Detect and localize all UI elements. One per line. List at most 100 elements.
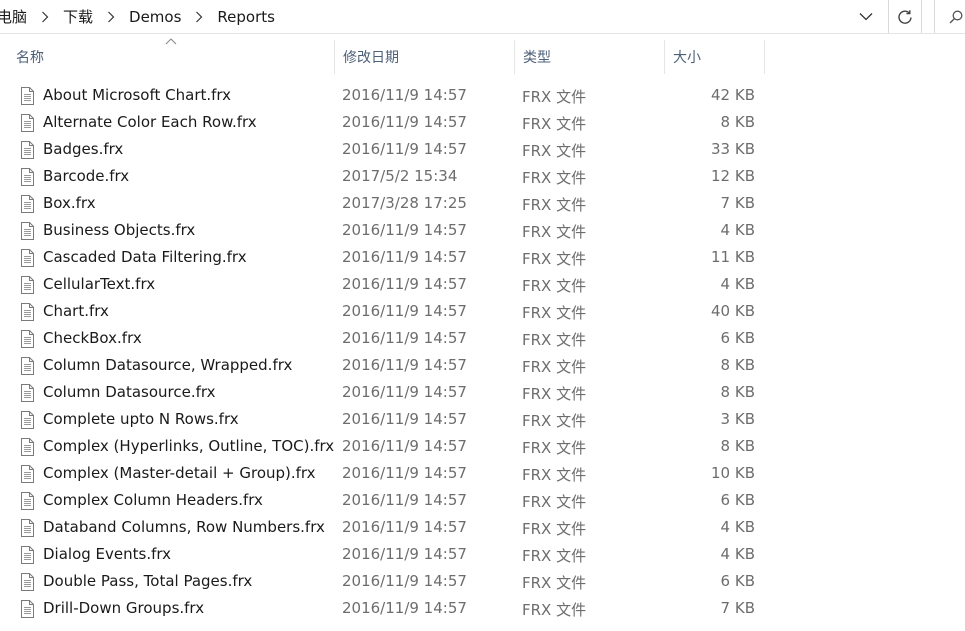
file-name: Complex Column Headers.frx [43,491,263,509]
file-type: FRX 文件 [522,142,587,160]
file-name: Cascaded Data Filtering.frx [43,248,247,266]
file-type: FRX 文件 [522,601,587,619]
file-size: 6 KB [720,491,755,509]
file-type: FRX 文件 [522,520,587,538]
document-icon [19,383,36,403]
refresh-button[interactable] [888,0,922,33]
file-row[interactable]: Complex (Master-detail + Group).frx 2016/… [0,460,760,487]
breadcrumb-item-downloads[interactable]: 下载 [60,6,96,27]
breadcrumb-item-demos[interactable]: Demos [126,8,184,26]
file-size: 8 KB [720,113,755,131]
file-modified: 2016/11/9 14:57 [342,545,467,563]
breadcrumb-item-pc[interactable]: 电脑 [0,6,30,27]
address-history-dropdown[interactable] [849,0,883,33]
file-name: Column Datasource, Wrapped.frx [43,356,293,374]
document-icon [19,410,36,430]
file-size: 33 KB [711,140,755,158]
chevron-right-icon[interactable] [184,11,214,23]
file-modified: 2016/11/9 14:57 [342,599,467,617]
address-bar: 电脑 下载 Demos Reports [0,0,965,34]
file-modified: 2016/11/9 14:57 [342,113,467,131]
file-row[interactable]: Complex Column Headers.frx 2016/11/9 14:5… [0,487,760,514]
file-size: 6 KB [720,572,755,590]
file-name: Databand Columns, Row Numbers.frx [43,518,325,536]
file-name: CellularText.frx [43,275,156,293]
document-icon [19,86,36,106]
document-icon [19,167,36,187]
file-name: Chart.frx [43,302,109,320]
file-row[interactable]: Complex (Hyperlinks, Outline, TOC).frx 20… [0,433,760,460]
document-icon [19,275,36,295]
file-type: FRX 文件 [522,115,587,133]
file-name: Column Datasource.frx [43,383,216,401]
file-size: 3 KB [720,410,755,428]
file-size: 4 KB [720,221,755,239]
file-name: Business Objects.frx [43,221,196,239]
file-modified: 2016/11/9 14:57 [342,329,467,347]
file-size: 7 KB [720,599,755,617]
file-type: FRX 文件 [522,466,587,484]
file-row[interactable]: Alternate Color Each Row.frx 2016/11/9 14… [0,109,760,136]
file-modified: 2016/11/9 14:57 [342,437,467,455]
file-row[interactable]: Dialog Events.frx 2016/11/9 14:57 FRX 文件 4 … [0,541,760,568]
file-type: FRX 文件 [522,304,587,322]
file-row[interactable]: Double Pass, Total Pages.frx 2016/11/9 14… [0,568,760,595]
file-row[interactable]: Complete upto N Rows.frx 2016/11/9 14:57 F… [0,406,760,433]
file-row[interactable]: Box.frx 2017/3/28 17:25 FRX 文件 7 KB [0,190,760,217]
file-row[interactable]: Drill-Down Groups.frx 2016/11/9 14:57 FRX … [0,595,760,622]
column-header-name[interactable]: 名称 [8,40,335,74]
document-icon [19,194,36,214]
breadcrumb: 电脑 下载 Demos Reports [0,0,850,33]
document-icon [19,437,36,457]
file-size: 8 KB [720,437,755,455]
file-name: Double Pass, Total Pages.frx [43,572,253,590]
file-name: Dialog Events.frx [43,545,172,563]
document-icon [19,356,36,376]
file-row[interactable]: CheckBox.frx 2016/11/9 14:57 FRX 文件 6 KB [0,325,760,352]
file-type: FRX 文件 [522,547,587,565]
file-row[interactable]: Barcode.frx 2017/5/2 15:34 FRX 文件 12 KB [0,163,760,190]
column-header-size[interactable]: 大小 [665,40,765,74]
file-name: Complex (Hyperlinks, Outline, TOC).frx [43,437,335,455]
search-input[interactable] [934,0,965,33]
file-name: CheckBox.frx [43,329,142,347]
file-type: FRX 文件 [522,493,587,511]
file-row[interactable]: Column Datasource.frx 2016/11/9 14:57 FRX … [0,379,760,406]
file-type: FRX 文件 [522,412,587,430]
file-row[interactable]: Badges.frx 2016/11/9 14:57 FRX 文件 33 KB [0,136,760,163]
document-icon [19,140,36,160]
file-row[interactable]: Chart.frx 2016/11/9 14:57 FRX 文件 40 KB [0,298,760,325]
file-name: Complete upto N Rows.frx [43,410,239,428]
breadcrumb-item-reports[interactable]: Reports [214,8,278,26]
file-size: 6 KB [720,329,755,347]
file-row[interactable]: Databand Columns, Row Numbers.frx 2016/11… [0,514,760,541]
column-header: 名称 修改日期 类型 大小 [0,38,965,76]
file-type: FRX 文件 [522,250,587,268]
file-row[interactable]: CellularText.frx 2016/11/9 14:57 FRX 文件 4 K… [0,271,760,298]
file-row[interactable]: About Microsoft Chart.frx 2016/11/9 14:57… [0,82,760,109]
file-modified: 2016/11/9 14:57 [342,356,467,374]
chevron-right-icon[interactable] [30,11,60,23]
file-type: FRX 文件 [522,88,587,106]
file-size: 4 KB [720,275,755,293]
file-name: Drill-Down Groups.frx [43,599,205,617]
column-header-modified[interactable]: 修改日期 [335,40,515,74]
file-type: FRX 文件 [522,439,587,457]
document-icon [19,572,36,592]
file-size: 4 KB [720,545,755,563]
file-type: FRX 文件 [522,385,587,403]
document-icon [19,545,36,565]
file-type: FRX 文件 [522,277,587,295]
chevron-right-icon[interactable] [96,11,126,23]
file-row[interactable]: Cascaded Data Filtering.frx 2016/11/9 14:… [0,244,760,271]
file-modified: 2016/11/9 14:57 [342,86,467,104]
column-header-type[interactable]: 类型 [515,40,665,74]
document-icon [19,518,36,538]
file-name: Barcode.frx [43,167,130,185]
file-row[interactable]: Column Datasource, Wrapped.frx 2016/11/9 … [0,352,760,379]
file-name: Complex (Master-detail + Group).frx [43,464,316,482]
file-modified: 2016/11/9 14:57 [342,410,467,428]
file-type: FRX 文件 [522,331,587,349]
file-modified: 2016/11/9 14:57 [342,572,467,590]
file-row[interactable]: Business Objects.frx 2016/11/9 14:57 FRX 文… [0,217,760,244]
